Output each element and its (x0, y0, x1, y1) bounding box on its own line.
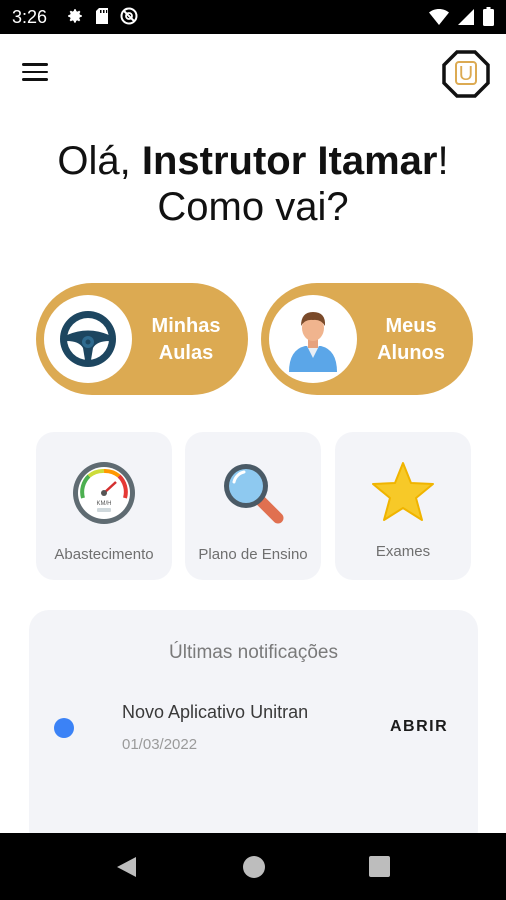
app-bar: U (0, 34, 506, 114)
star-icon (372, 462, 434, 521)
app-screen: 3:26 U Olá, Instrutor Itamar! Como vai? (0, 0, 506, 900)
recent-apps-icon[interactable] (369, 856, 390, 877)
student-avatar-icon (289, 312, 337, 372)
status-time: 3:26 (12, 7, 48, 27)
back-icon[interactable] (112, 853, 140, 881)
gear-icon (68, 9, 82, 23)
status-bar: 3:26 (0, 0, 506, 34)
status-icons-left (66, 7, 138, 25)
greeting-prefix: Olá, (57, 139, 142, 183)
notifications-panel: Últimas notificações Novo Aplicativo Uni… (29, 610, 478, 850)
logo-letter: U (459, 63, 473, 85)
wifi-icon (429, 8, 449, 25)
menu-line (22, 78, 48, 81)
notifications-title: Últimas notificações (169, 642, 338, 663)
speedometer-gauge-icon: KM/H (73, 462, 135, 524)
meus-alunos-line2: Alunos (377, 342, 445, 364)
magnifier-icon (224, 464, 284, 524)
plano-de-ensino-button[interactable]: Plano de Ensino (185, 432, 321, 580)
system-nav-bar (0, 833, 506, 900)
sd-card-icon (96, 8, 108, 24)
home-icon[interactable] (243, 856, 265, 878)
meus-alunos-button[interactable]: Meus Alunos (261, 283, 473, 395)
instructor-name: Instrutor Itamar (141, 139, 438, 183)
meus-alunos-line1: Meus (385, 315, 437, 337)
minhas-aulas-label: Minhas Aulas (136, 313, 236, 367)
exames-button[interactable]: Exames (335, 432, 471, 580)
abastecimento-button[interactable]: KM/H Abastecimento (36, 432, 172, 580)
greeting-line-1: Olá, Instrutor Itamar! (0, 138, 506, 184)
status-icons-right (429, 7, 494, 26)
plano-de-ensino-label: Plano de Ensino (198, 546, 308, 563)
plano-icon-wrap (185, 460, 321, 526)
signal-icon (458, 8, 474, 25)
meus-alunos-label: Meus Alunos (361, 313, 461, 367)
notification-title: Novo Aplicativo Unitran (122, 702, 309, 722)
notification-date: 01/03/2022 (122, 736, 198, 753)
unitran-logo-icon: U (442, 50, 490, 98)
exames-label: Exames (375, 543, 431, 560)
minhas-aulas-icon-circle (44, 295, 132, 383)
minhas-aulas-line1: Minhas (151, 315, 221, 337)
gauge-unit-label: KM/H (97, 501, 112, 507)
greeting-line-2: Como vai? (157, 185, 349, 229)
abastecimento-label: Abastecimento (54, 546, 154, 563)
exames-icon-wrap (335, 460, 471, 526)
steering-wheel-icon (60, 311, 116, 367)
menu-line (22, 63, 48, 66)
open-notification-button[interactable]: ABRIR (390, 718, 448, 736)
minhas-aulas-button[interactable]: Minhas Aulas (36, 283, 248, 395)
unread-dot (54, 718, 74, 738)
greeting-heading: Olá, Instrutor Itamar! Como vai? (0, 138, 506, 230)
greeting-suffix: ! (437, 139, 449, 183)
menu-line (22, 70, 48, 73)
battery-icon (483, 7, 494, 26)
hamburger-menu-button[interactable] (22, 58, 58, 90)
no-disturb-icon (120, 7, 138, 25)
abastecimento-icon-wrap: KM/H (36, 460, 172, 526)
minhas-aulas-line2: Aulas (158, 342, 214, 364)
meus-alunos-icon-circle (269, 295, 357, 383)
